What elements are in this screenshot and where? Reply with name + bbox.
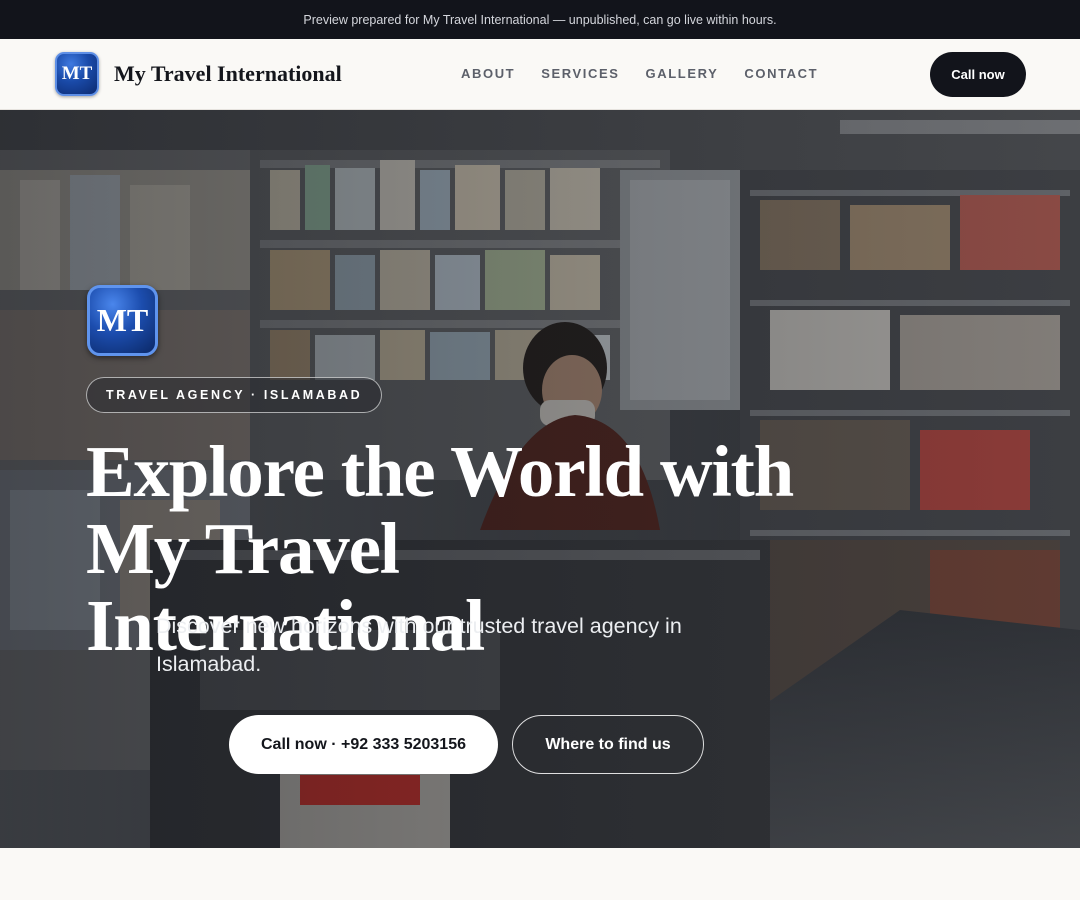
brand-name: My Travel International [114, 61, 342, 86]
announcement-bar: Preview prepared for My Travel Internati… [0, 0, 1080, 39]
hero-call-button[interactable]: Call now · +92 333 5203156 [229, 715, 498, 774]
hero-section: MT TRAVEL AGENCY · ISLAMABAD Explore the… [0, 110, 1080, 848]
site-header: MT My Travel International ABOUT SERVICE… [0, 39, 1080, 110]
brand-logo: MT [55, 52, 99, 96]
hero-subtitle: Discover new horizons with our trusted t… [156, 614, 682, 676]
nav-contact[interactable]: CONTACT [744, 66, 818, 81]
hero-location-button[interactable]: Where to find us [512, 715, 704, 774]
brand-home-link[interactable]: MT My Travel International [55, 52, 342, 96]
brand-logo-text: MT [61, 63, 93, 84]
hero-logo-text: MT [96, 302, 149, 338]
main-nav: ABOUT SERVICES GALLERY CONTACT [461, 66, 844, 81]
announcement-text: Preview prepared for My Travel Internati… [303, 12, 777, 27]
next-section [0, 848, 1080, 900]
nav-gallery[interactable]: GALLERY [646, 66, 719, 81]
nav-about[interactable]: ABOUT [461, 66, 515, 81]
hero-tag: TRAVEL AGENCY · ISLAMABAD [86, 377, 383, 413]
nav-services[interactable]: SERVICES [541, 66, 619, 81]
header-call-button[interactable]: Call now [930, 52, 1026, 97]
hero-logo: MT [87, 285, 158, 356]
